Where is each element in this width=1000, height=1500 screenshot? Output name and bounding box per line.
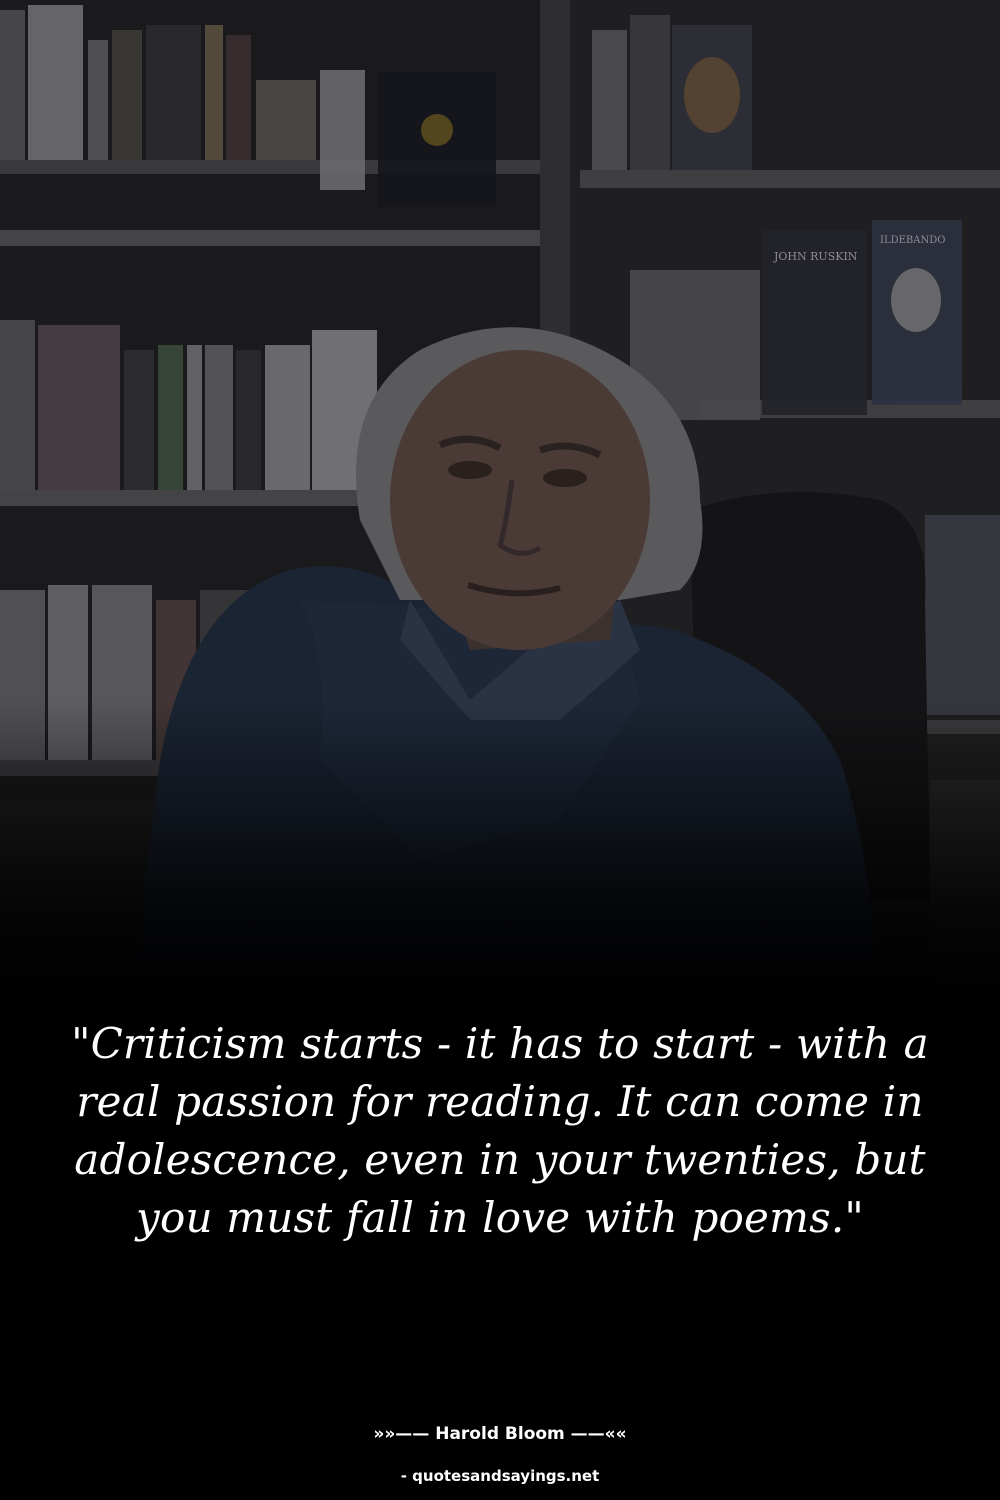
book-title-2: ILDEBANDO [880,235,945,246]
source-link[interactable]: - quotesandsayings.net [0,1467,1000,1485]
quote-card: JOHN RUSKIN ILDEBANDO "Criticism starts … [0,0,1000,1500]
author-attribution: »»—— Harold Bloom ——«« [373,1424,627,1444]
quote-text: "Criticism starts - it has to start - wi… [71,1019,929,1242]
background-photo: JOHN RUSKIN ILDEBANDO [0,0,1000,1000]
book-title-1: JOHN RUSKIN [773,250,858,263]
photo-fade-overlay [0,700,1000,1000]
